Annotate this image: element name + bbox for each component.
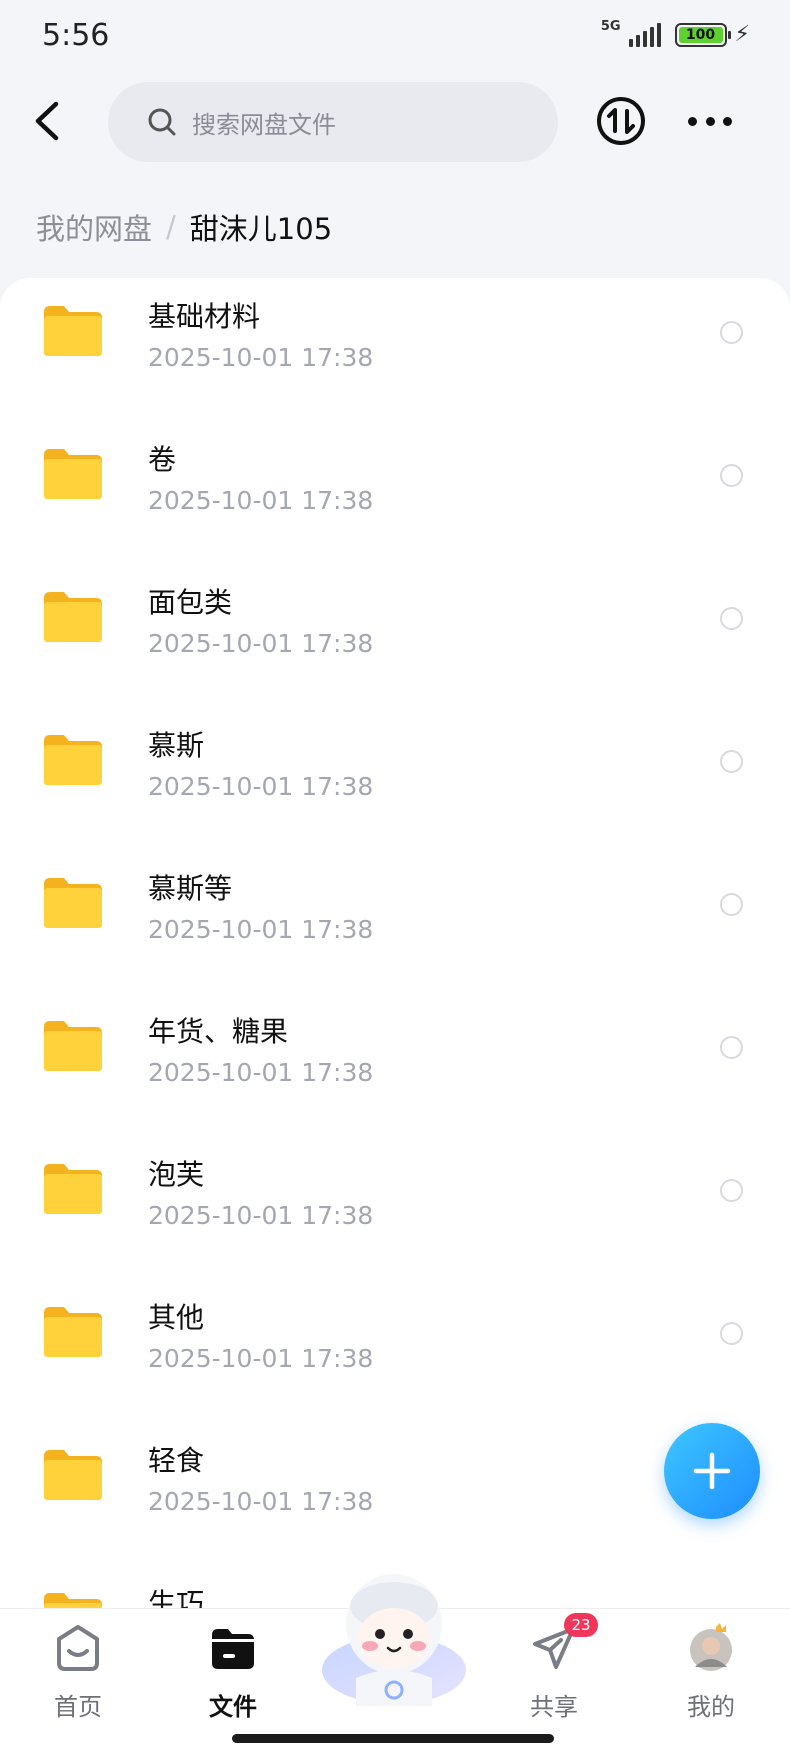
folder-icon <box>44 1450 102 1500</box>
file-name: 轻食 <box>148 1444 205 1477</box>
file-name: 卷 <box>148 443 177 476</box>
file-row[interactable]: 慕斯 2025-10-01 17:38 <box>0 707 790 850</box>
mascot-button[interactable] <box>316 1566 472 1716</box>
select-checkbox[interactable] <box>720 1036 743 1059</box>
charging-icon: ⚡ <box>734 22 750 47</box>
folder-icon <box>44 878 102 928</box>
search-placeholder: 搜索网盘文件 <box>192 110 336 139</box>
file-row[interactable]: 泡芙 2025-10-01 17:38 <box>0 1136 790 1279</box>
signal-icon <box>628 22 661 47</box>
file-date: 2025-10-01 17:38 <box>148 629 374 658</box>
file-name: 慕斯等 <box>148 872 233 905</box>
transfer-icon <box>597 97 645 145</box>
folder-icon <box>44 735 102 785</box>
more-dot <box>688 116 697 126</box>
network-type: 5G <box>600 19 621 34</box>
folder-icon <box>44 1593 102 1608</box>
breadcrumb-separator: / <box>166 210 176 244</box>
nav-share-label: 共享 <box>530 1693 578 1721</box>
battery-icon: 100 <box>674 22 731 47</box>
folder-icon <box>44 1021 102 1071</box>
breadcrumb-root[interactable]: 我的网盘 <box>36 206 152 248</box>
more-button[interactable] <box>688 98 732 144</box>
select-checkbox[interactable] <box>720 893 743 916</box>
file-date: 2025-10-01 17:38 <box>148 343 374 372</box>
file-date: 2025-10-01 17:38 <box>148 1058 374 1087</box>
select-checkbox[interactable] <box>720 321 743 344</box>
file-row[interactable]: 基础材料 2025-10-01 17:38 <box>0 278 790 421</box>
folder-icon <box>44 592 102 642</box>
file-name: 基础材料 <box>148 300 261 333</box>
folder-icon <box>212 1629 254 1669</box>
folder-icon <box>44 306 102 356</box>
file-row[interactable]: 慕斯等 2025-10-01 17:38 <box>0 850 790 993</box>
select-checkbox[interactable] <box>720 607 743 630</box>
file-name: 慕斯 <box>148 729 205 762</box>
file-date: 2025-10-01 17:38 <box>148 772 374 801</box>
file-name: 面包类 <box>148 586 233 619</box>
nav-home[interactable]: 首页 <box>18 1609 138 1729</box>
share-badge: 23 <box>564 1613 598 1637</box>
file-row[interactable]: 年货、糖果 2025-10-01 17:38 <box>0 993 790 1136</box>
file-row[interactable]: 卷 2025-10-01 17:38 <box>0 421 790 564</box>
nav-files-label: 文件 <box>209 1693 257 1721</box>
nav-files[interactable]: 文件 <box>173 1609 293 1729</box>
plus-icon <box>693 1452 731 1490</box>
search-input[interactable]: 搜索网盘文件 <box>108 82 558 162</box>
file-list: 基础材料 2025-10-01 17:38 卷 2025-10-01 17:38 面包类… <box>0 278 790 1608</box>
file-date: 2025-10-01 17:38 <box>148 915 374 944</box>
more-dot <box>705 116 715 126</box>
back-button[interactable] <box>28 96 72 146</box>
file-date: 2025-10-01 17:38 <box>148 1487 374 1516</box>
search-icon <box>148 108 176 136</box>
nav-me[interactable]: 我的 <box>651 1609 771 1729</box>
file-date: 2025-10-01 17:38 <box>148 486 374 515</box>
nav-home-label: 首页 <box>54 1693 102 1721</box>
file-date: 2025-10-01 17:38 <box>148 1344 374 1373</box>
breadcrumb: 我的网盘 / 甜沫儿105 <box>36 206 332 248</box>
file-row[interactable]: 其他 2025-10-01 17:38 <box>0 1279 790 1422</box>
select-checkbox[interactable] <box>720 750 743 773</box>
select-checkbox[interactable] <box>720 1322 743 1345</box>
status-indicators: 5G 100 ⚡ <box>600 19 750 47</box>
status-bar: 5:56 5G 100 ⚡ <box>0 0 790 76</box>
home-indicator <box>232 1734 554 1743</box>
home-icon <box>57 1625 99 1671</box>
file-row[interactable]: 面包类 2025-10-01 17:38 <box>0 564 790 707</box>
file-name: 其他 <box>148 1301 205 1334</box>
more-dot <box>723 116 732 126</box>
select-checkbox[interactable] <box>720 1179 743 1202</box>
file-name: 生巧 <box>148 1587 205 1608</box>
folder-icon <box>44 1164 102 1214</box>
transfer-button[interactable] <box>596 96 646 146</box>
nav-share[interactable]: 23 共享 <box>494 1609 614 1729</box>
file-name: 泡芙 <box>148 1158 205 1191</box>
file-date: 2025-10-01 17:38 <box>148 1201 374 1230</box>
folder-icon <box>44 1307 102 1357</box>
status-time: 5:56 <box>42 18 110 53</box>
add-button[interactable] <box>664 1423 760 1519</box>
folder-icon <box>44 449 102 499</box>
nav-me-label: 我的 <box>687 1693 735 1721</box>
top-bar: 搜索网盘文件 <box>0 78 790 168</box>
select-checkbox[interactable] <box>720 464 743 487</box>
breadcrumb-current: 甜沫儿105 <box>189 212 333 246</box>
avatar <box>690 1623 732 1671</box>
file-name: 年货、糖果 <box>148 1015 289 1048</box>
battery-level: 100 <box>678 26 723 43</box>
chevron-left-icon <box>35 101 59 141</box>
mascot-icon <box>322 1574 466 1706</box>
